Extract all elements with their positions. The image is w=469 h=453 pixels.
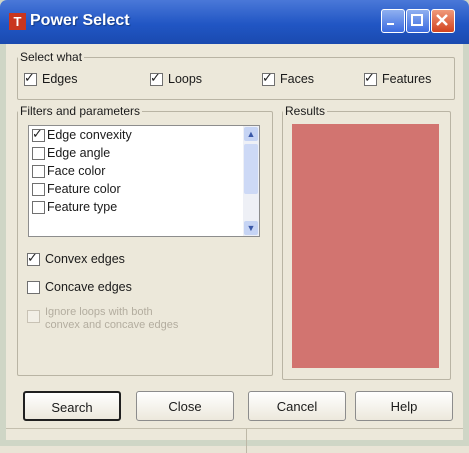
list-item[interactable]: Face color	[29, 162, 259, 180]
convex-edges-checkbox[interactable]: ✓ Convex edges	[27, 249, 125, 266]
minimize-icon	[387, 23, 394, 25]
title-bar[interactable]: T Power Select	[0, 0, 469, 44]
results-pane[interactable]	[292, 124, 439, 368]
select-what-legend: Select what	[20, 50, 83, 64]
edges-checkbox[interactable]: ✓ Edges	[24, 69, 78, 86]
close-button[interactable]: Close	[136, 391, 234, 421]
list-scrollbar[interactable]: ▲ ▼	[243, 126, 259, 236]
help-button[interactable]: Help	[355, 391, 453, 421]
check-icon: ✓	[150, 69, 161, 85]
concave-edges-label: Concave edges	[45, 280, 132, 294]
minimize-button[interactable]	[381, 9, 405, 33]
cancel-button[interactable]: Cancel	[248, 391, 346, 421]
list-item[interactable]: Feature type	[29, 198, 259, 216]
close-window-button[interactable]	[431, 9, 455, 33]
app-icon: T	[9, 13, 26, 30]
status-bar	[6, 428, 463, 453]
check-icon: ✓	[27, 249, 38, 265]
scroll-up-icon[interactable]: ▲	[244, 127, 258, 141]
check-icon: ✓	[24, 69, 35, 85]
convex-edges-label: Convex edges	[45, 252, 125, 266]
features-label: Features	[382, 72, 432, 86]
faces-checkbox[interactable]: ✓ Faces	[262, 69, 315, 86]
search-button[interactable]: Search	[23, 391, 121, 421]
faces-label: Faces	[280, 72, 315, 86]
edges-label: Edges	[42, 72, 78, 86]
ignore-loops-label-line1: Ignore loops with both	[45, 306, 153, 318]
close-icon	[436, 14, 448, 26]
check-icon: ✓	[262, 69, 273, 85]
filters-legend: Filters and parameters	[20, 104, 141, 118]
scroll-thumb[interactable]	[244, 144, 258, 194]
concave-edges-checkbox[interactable]: Concave edges	[27, 280, 132, 294]
list-item[interactable]: ✓ Edge convexity	[29, 126, 259, 144]
loops-checkbox[interactable]: ✓ Loops	[150, 69, 203, 86]
results-legend: Results	[285, 104, 326, 118]
check-icon: ✓	[32, 125, 43, 141]
status-divider	[246, 429, 247, 453]
check-icon: ✓	[364, 69, 375, 85]
features-checkbox[interactable]: ✓ Features	[364, 69, 432, 86]
filters-list[interactable]: ✓ Edge convexity Edge angle Face color F…	[28, 125, 260, 237]
maximize-button[interactable]	[406, 9, 430, 33]
maximize-icon	[411, 14, 423, 26]
ignore-loops-label-line2: convex and concave edges	[45, 319, 179, 331]
scroll-down-icon[interactable]: ▼	[244, 221, 258, 235]
window-title: Power Select	[30, 12, 130, 29]
loops-label: Loops	[168, 72, 203, 86]
list-item[interactable]: Edge angle	[29, 144, 259, 162]
list-item[interactable]: Feature color	[29, 180, 259, 198]
ignore-loops-checkbox[interactable]: Ignore loops with both convex and concav…	[27, 306, 178, 332]
